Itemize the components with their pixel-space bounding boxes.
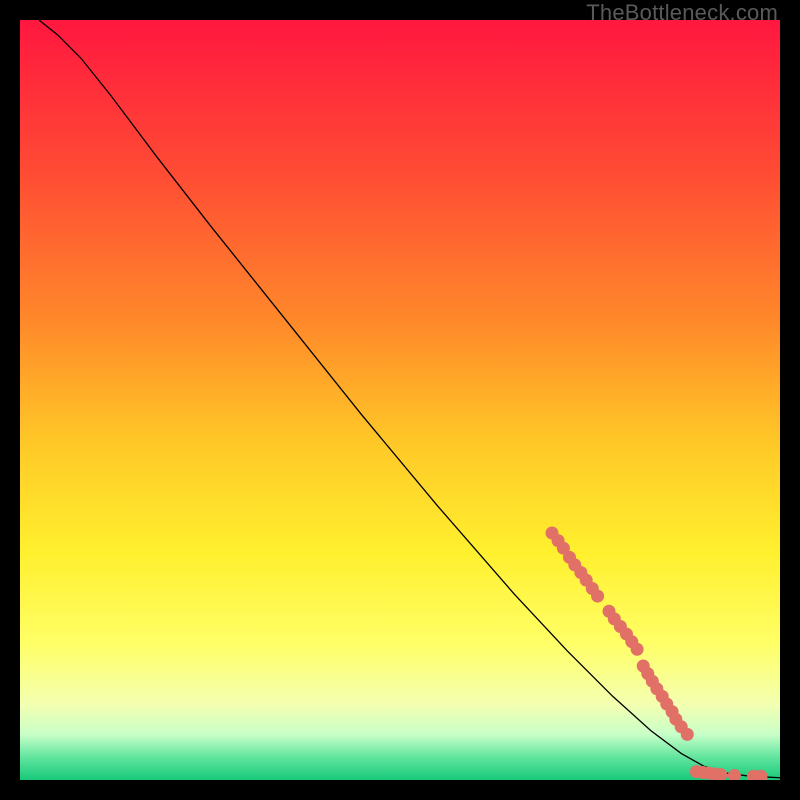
chart-frame bbox=[20, 20, 780, 780]
gradient-background bbox=[20, 20, 780, 780]
data-marker bbox=[591, 590, 604, 603]
chart-svg bbox=[20, 20, 780, 780]
data-marker bbox=[631, 643, 644, 656]
data-marker bbox=[681, 728, 694, 741]
watermark-label: TheBottleneck.com bbox=[586, 0, 778, 26]
